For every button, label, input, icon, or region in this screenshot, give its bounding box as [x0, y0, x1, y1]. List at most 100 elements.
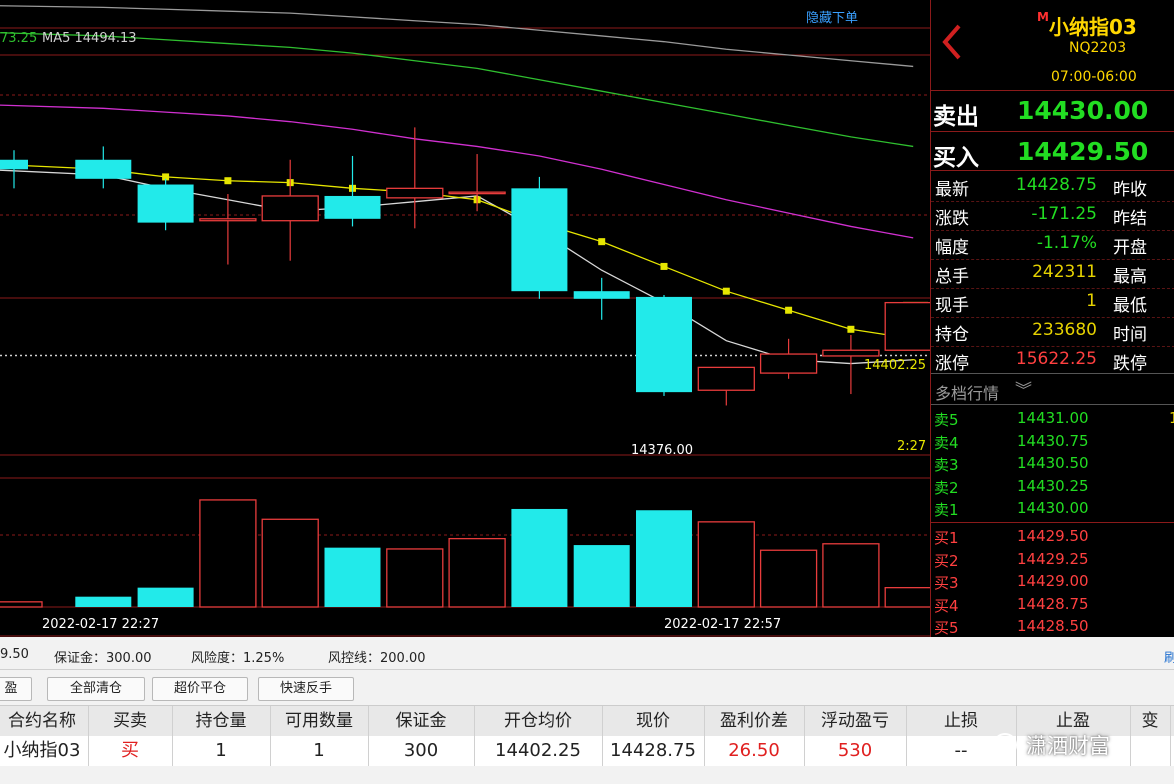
volume-bar-up [386, 548, 444, 608]
margin-info: 保证金：300.00 [54, 651, 152, 666]
quote-label-secondary: 昨收 [1113, 180, 1147, 200]
risk-info: 风险度：1.25% [191, 651, 285, 666]
candle-body-up [822, 349, 880, 357]
quote-label: 最新 [935, 180, 969, 200]
kline-svg: 14402.25 14376.00 2:27 2022-02-17 22:27 2022… [0, 5, 930, 637]
quote-label-secondary: 最高 [1113, 267, 1147, 287]
ma-label-partial: 73.25 [0, 31, 38, 46]
refresh-link[interactable]: 刷 [1164, 647, 1174, 666]
table-cell: 1 [270, 736, 369, 766]
volume-bar-up [759, 549, 818, 608]
x-axis-label: 2022-02-17 22:57 [664, 617, 781, 632]
bid-price: 14428.75 [1017, 594, 1089, 613]
price-marker-label: 14402.25 [864, 358, 926, 373]
ma60-line [0, 32, 914, 148]
quote-value: -1.17% [1036, 233, 1097, 253]
quote-label-secondary: 时间 [1113, 325, 1147, 345]
quote-row: 涨停 15622.25 跌停 [931, 346, 1174, 375]
table-cell: 14428.75 [602, 736, 705, 766]
candle-body-up [386, 187, 444, 199]
watermark-text: 潇洒财富 [1026, 734, 1110, 758]
quote-value: 1 [1086, 291, 1097, 311]
ask-label: 卖1 [934, 501, 959, 519]
table-cell: 300 [368, 736, 475, 766]
quote-label-secondary: 开盘 [1113, 238, 1147, 258]
ma20-line [0, 104, 914, 239]
quote-label-secondary: 跌停 [1113, 354, 1147, 374]
ma5-point [598, 238, 606, 246]
over-price-close-button[interactable]: 超价平仓 [152, 677, 248, 701]
ma5-label: MA5 14494.13 [42, 31, 137, 46]
candle-body-up [884, 301, 930, 351]
quote-value: -171.25 [1031, 204, 1097, 224]
candle-body-down [636, 296, 692, 393]
column-header[interactable]: 变 [1130, 706, 1171, 736]
trading-session: 07:00-06:00 [1051, 69, 1137, 85]
quote-row: 最新 14428.75 昨收 [931, 172, 1174, 201]
product-name: 小纳指03 [1049, 15, 1137, 39]
quote-label: 涨停 [935, 354, 969, 374]
column-header[interactable]: 保证金 [368, 706, 475, 736]
quote-value: 15622.25 [1015, 349, 1097, 369]
kline-chart[interactable]: 14402.25 14376.00 2:27 2022-02-17 22:27 2022… [0, 0, 930, 637]
ask-row[interactable]: 卖1 14430.00 [931, 497, 1174, 520]
hide-order-button[interactable]: 隐藏下单 [806, 7, 858, 26]
table-cell: 买 [88, 736, 173, 766]
bid-row[interactable]: 买1 14429.50 [931, 525, 1174, 548]
table-cell [1130, 736, 1171, 766]
column-header[interactable]: 现价 [602, 706, 705, 736]
column-header[interactable]: 合约名称 [0, 706, 89, 736]
chat-bubble-icon [993, 733, 1017, 757]
ma5-point [847, 325, 855, 333]
watermark: 潇洒财富 [992, 725, 1110, 765]
volume-bar-down [636, 510, 692, 607]
buy-price[interactable]: 14429.50 [1017, 137, 1148, 166]
bid-label: 买3 [934, 574, 959, 592]
depth-title[interactable]: 多档行情 [935, 380, 999, 404]
volume-bar-up [884, 587, 930, 608]
candle-body-up [261, 195, 319, 222]
ask-row[interactable]: 卖5 14431.00 1 [931, 407, 1174, 430]
column-header[interactable]: 持仓量 [172, 706, 271, 736]
ma10-line [0, 169, 914, 365]
column-header[interactable]: 开仓均价 [474, 706, 603, 736]
volume-bar-down [511, 508, 568, 607]
bid-row[interactable]: 买5 14428.50 [931, 615, 1174, 637]
close-all-button[interactable]: 全部清仓 [47, 677, 145, 701]
quote-value: 233680 [1032, 320, 1097, 340]
ask-row[interactable]: 卖3 14430.50 [931, 452, 1174, 475]
ask-row[interactable]: 卖2 14430.25 [931, 475, 1174, 498]
column-header[interactable]: 浮动盈亏 [804, 706, 907, 736]
bid-label: 买2 [934, 551, 959, 570]
ask-row[interactable]: 卖4 14430.75 [931, 430, 1174, 453]
low-price-label: 14376.00 [631, 443, 693, 458]
column-header[interactable]: 可用数量 [270, 706, 369, 736]
fast-reverse-button[interactable]: 快速反手 [258, 677, 354, 701]
quote-label: 持仓 [935, 325, 969, 345]
sell-price[interactable]: 14430.00 [1017, 96, 1148, 125]
candle-body-down [75, 159, 132, 179]
table-cell: 1 [172, 736, 271, 766]
quote-value: 242311 [1032, 262, 1097, 282]
back-button[interactable] [937, 20, 967, 64]
candle-body-down [0, 159, 28, 170]
volume-bar-up [822, 543, 880, 608]
column-header[interactable]: 盈利价差 [704, 706, 805, 736]
volume-bar-down [324, 547, 381, 607]
bid-row[interactable]: 买3 14429.00 [931, 570, 1174, 593]
column-header[interactable]: 买卖 [88, 706, 173, 736]
partial-button[interactable]: 盈 [0, 677, 32, 701]
double-chevron-down-icon[interactable]: ︾ [1015, 376, 1032, 401]
bid-label: 买5 [934, 619, 959, 637]
ask-price: 14430.00 [1017, 499, 1089, 517]
bid-price: 14429.25 [1017, 549, 1089, 568]
quote-label-secondary: 昨结 [1113, 209, 1147, 229]
bid-price: 14429.00 [1017, 572, 1089, 590]
table-cell: 26.50 [704, 736, 805, 766]
volume-bar-down [137, 587, 194, 607]
product-code: NQ2203 [1069, 40, 1127, 56]
bid-row[interactable]: 买2 14429.25 [931, 548, 1174, 571]
bid-row[interactable]: 买4 14428.75 [931, 593, 1174, 616]
product-logo: M [1037, 10, 1049, 24]
ma5-point [224, 177, 232, 185]
